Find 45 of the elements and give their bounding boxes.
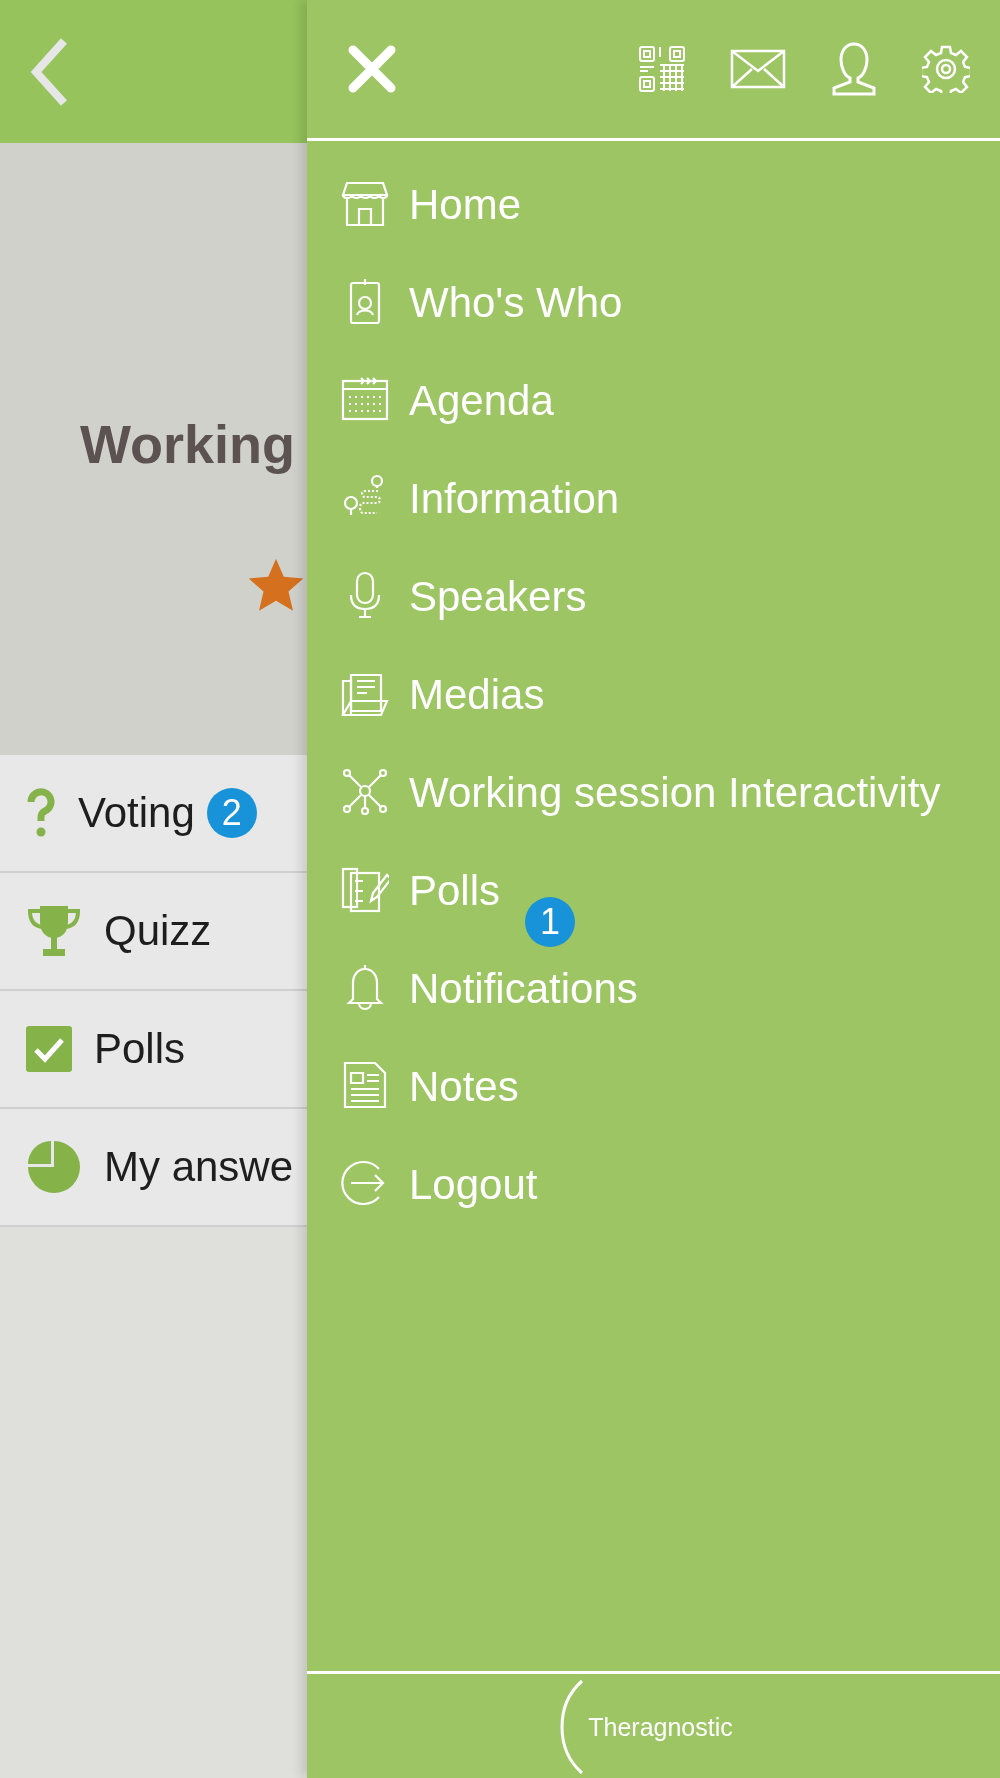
menu-item[interactable]: Medias bbox=[341, 653, 961, 751]
document-icon bbox=[341, 1061, 389, 1109]
menu-label: Medias bbox=[409, 671, 545, 718]
menu-label: Home bbox=[409, 181, 522, 228]
list-label: Quizz bbox=[104, 907, 212, 955]
session-title: Working bbox=[80, 413, 295, 475]
calendar-icon bbox=[341, 375, 389, 423]
settings-icon[interactable] bbox=[922, 45, 970, 93]
menu-label: Information bbox=[409, 475, 620, 522]
count-badge: 1 bbox=[525, 897, 575, 947]
menu-item[interactable]: Notifications bbox=[341, 947, 961, 1045]
menu-label: Working session Interactivity bbox=[409, 769, 941, 816]
menu-item[interactable]: Polls 1 bbox=[341, 849, 961, 947]
menu-label: Logout bbox=[409, 1161, 538, 1208]
list-label: Voting bbox=[78, 789, 195, 837]
trophy-icon bbox=[26, 904, 82, 958]
store-icon bbox=[341, 179, 389, 227]
list-label: My answe bbox=[104, 1143, 294, 1191]
menu-label: Polls bbox=[409, 867, 501, 914]
close-icon[interactable] bbox=[347, 44, 397, 94]
checkbox-icon bbox=[26, 1026, 72, 1072]
menu-label: Agenda bbox=[409, 377, 554, 424]
qr-code-icon[interactable] bbox=[638, 45, 686, 93]
mail-icon[interactable] bbox=[730, 49, 786, 89]
menu-label: Notifications bbox=[409, 965, 638, 1012]
list-label: Polls bbox=[94, 1025, 186, 1073]
menu-label: Speakers bbox=[409, 573, 587, 620]
menu-item[interactable]: Information bbox=[341, 457, 961, 555]
user-icon[interactable] bbox=[830, 42, 878, 96]
count-badge: 2 bbox=[206, 788, 257, 838]
back-icon[interactable] bbox=[30, 36, 70, 107]
checklist-icon bbox=[341, 865, 389, 913]
menu-item[interactable]: Who's Who bbox=[341, 261, 961, 359]
network-icon bbox=[341, 767, 389, 815]
pie-chart-icon bbox=[26, 1139, 82, 1195]
menu-item[interactable]: Working session Interactivity bbox=[341, 751, 961, 849]
menu-item[interactable]: Speakers bbox=[341, 555, 961, 653]
question-icon bbox=[26, 788, 56, 838]
brand-logo: Theragnostic bbox=[560, 1677, 733, 1777]
menu-label: Who's Who bbox=[409, 279, 623, 326]
menu-item[interactable]: Notes bbox=[341, 1045, 961, 1143]
menu-item[interactable]: Agenda bbox=[341, 359, 961, 457]
menu-item[interactable]: Logout bbox=[341, 1143, 961, 1241]
menu-label: Notes bbox=[409, 1063, 519, 1110]
menu-item[interactable]: Home bbox=[341, 163, 961, 261]
